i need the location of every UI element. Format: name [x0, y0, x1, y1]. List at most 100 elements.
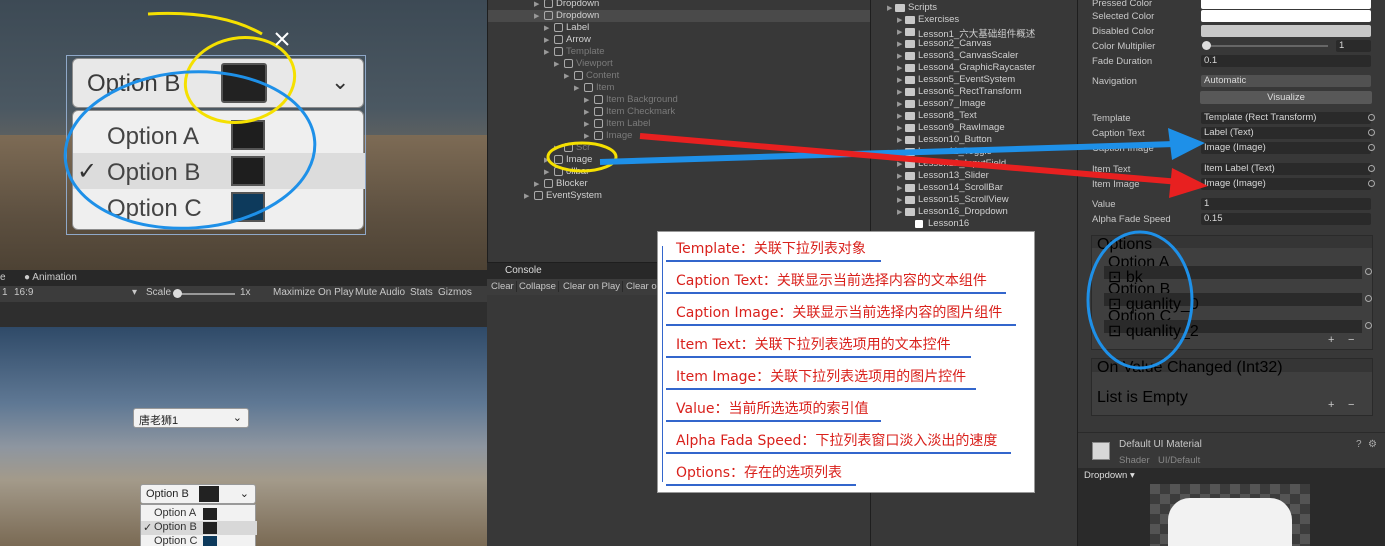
game-dropdown-2[interactable]: Option B ⌄: [140, 484, 256, 504]
expand-arrow-icon[interactable]: ▶: [544, 156, 549, 164]
item-text-field[interactable]: Item Label (Text): [1201, 163, 1371, 175]
stats-button[interactable]: Stats: [410, 287, 433, 298]
hierarchy-item[interactable]: ▶ Item: [488, 82, 871, 94]
expand-arrow-icon[interactable]: ▶: [897, 52, 902, 60]
expand-arrow-icon[interactable]: ▶: [897, 100, 902, 108]
hierarchy-item[interactable]: ▶ Blocker: [488, 178, 871, 190]
game-option-c[interactable]: Option C: [141, 535, 257, 546]
pressed-color-field[interactable]: [1201, 0, 1371, 9]
add-option-button[interactable]: +: [1328, 334, 1334, 346]
color-multiplier-field[interactable]: 1: [1336, 40, 1371, 52]
aspect-select[interactable]: 16:9: [14, 287, 33, 298]
gizmos-button[interactable]: Gizmos: [438, 287, 472, 298]
game-view[interactable]: 唐老狮1 ⌄ Option B ⌄ Option A ✓ Option B Op…: [0, 302, 487, 546]
object-picker-icon[interactable]: [1365, 322, 1372, 329]
scale-slider-handle[interactable]: [173, 289, 182, 298]
option-b-image[interactable]: ⊡ quanlity_0: [1104, 293, 1372, 313]
project-item[interactable]: ▶ Lesson1_六大基础组件概述: [871, 26, 1078, 40]
expand-arrow-icon[interactable]: ▶: [584, 120, 589, 128]
tab-game[interactable]: e: [0, 272, 6, 283]
hierarchy-item[interactable]: ▶ Image: [488, 130, 871, 142]
project-item[interactable]: ▶ Lesson3_CanvasScaler: [871, 50, 1078, 62]
expand-arrow-icon[interactable]: ▶: [897, 208, 902, 216]
expand-arrow-icon[interactable]: ▶: [897, 64, 902, 72]
caption-text-field[interactable]: Label (Text): [1201, 127, 1371, 139]
remove-option-button[interactable]: −: [1348, 334, 1354, 346]
hierarchy-item[interactable]: ▶ ollbar: [488, 166, 871, 178]
expand-arrow-icon[interactable]: ▶: [897, 136, 902, 144]
expand-arrow-icon[interactable]: ▶: [887, 4, 892, 12]
option-a-image[interactable]: ⊡ bk: [1104, 266, 1372, 286]
project-item[interactable]: ▶ Lesson14_ScrollBar: [871, 182, 1078, 194]
alpha-fade-field[interactable]: 0.15: [1201, 213, 1371, 225]
project-item[interactable]: ▶ Scripts: [871, 2, 1078, 14]
expand-arrow-icon[interactable]: ▶: [584, 132, 589, 140]
project-item[interactable]: ▶ Lesson7_Image: [871, 98, 1078, 110]
game-option-a[interactable]: Option A: [141, 507, 257, 521]
project-item[interactable]: ▶ Lesson16_Dropdown: [871, 206, 1078, 218]
display-select[interactable]: 1: [2, 287, 8, 298]
expand-arrow-icon[interactable]: ▶: [544, 24, 549, 32]
expand-arrow-icon[interactable]: ▶: [534, 180, 539, 188]
help-icon[interactable]: ?: [1356, 439, 1362, 450]
scene-dropdown-caption[interactable]: Option B ⌄: [72, 58, 364, 108]
project-item[interactable]: Lesson16: [871, 218, 1078, 230]
hierarchy-item[interactable]: ▶ Label: [488, 22, 871, 34]
expand-arrow-icon[interactable]: ▶: [554, 60, 559, 68]
expand-arrow-icon[interactable]: ▶: [544, 36, 549, 44]
object-picker-icon[interactable]: [1368, 144, 1375, 151]
expand-arrow-icon[interactable]: ▶: [897, 196, 902, 204]
expand-arrow-icon[interactable]: ▶: [897, 172, 902, 180]
hierarchy-item[interactable]: ▶ Arrow: [488, 34, 871, 46]
clear-on-play-button[interactable]: Clear on Play: [561, 281, 624, 292]
item-image-field[interactable]: Image (Image): [1201, 178, 1371, 190]
expand-arrow-icon[interactable]: ▶: [534, 0, 539, 8]
option-b-text[interactable]: Option B: [1104, 280, 1362, 298]
tab-animation[interactable]: ● Animation: [24, 272, 77, 283]
hierarchy-item[interactable]: ▶ EventSystem: [488, 190, 871, 202]
project-item[interactable]: ▶ Lesson5_EventSystem: [871, 74, 1078, 86]
expand-arrow-icon[interactable]: ▶: [584, 108, 589, 116]
expand-arrow-icon[interactable]: ▶: [554, 144, 559, 152]
navigation-select[interactable]: Automatic: [1201, 75, 1371, 87]
expand-arrow-icon[interactable]: ▶: [897, 16, 902, 24]
template-field[interactable]: Template (Rect Transform): [1201, 112, 1371, 124]
object-picker-icon[interactable]: [1365, 295, 1372, 302]
color-multiplier-slider[interactable]: [1204, 45, 1328, 47]
hierarchy-item[interactable]: ▶ Viewport: [488, 58, 871, 70]
project-item[interactable]: ▶ Lesson10_Button: [871, 134, 1078, 146]
project-item[interactable]: ▶ Lesson12_InputField: [871, 158, 1078, 170]
project-item[interactable]: ▶ Lesson13_Slider: [871, 170, 1078, 182]
color-multiplier-handle[interactable]: [1202, 41, 1211, 50]
scene-view[interactable]: Option B ⌄ Option A ✓ Option B Option C: [0, 0, 487, 270]
hierarchy-item[interactable]: ▶ Content: [488, 70, 871, 82]
preview-select[interactable]: Dropdown ▾: [1084, 470, 1135, 481]
project-item[interactable]: ▶ Lesson8_Text: [871, 110, 1078, 122]
expand-arrow-icon[interactable]: ▶: [897, 124, 902, 132]
expand-arrow-icon[interactable]: ▶: [897, 148, 902, 156]
hierarchy-item[interactable]: ▶ Dropdown: [488, 10, 871, 22]
project-item[interactable]: ▶ Lesson2_Canvas: [871, 38, 1078, 50]
expand-arrow-icon[interactable]: ▶: [564, 72, 569, 80]
hierarchy-item[interactable]: ▶ Scr: [488, 142, 871, 154]
disabled-color-field[interactable]: [1201, 25, 1371, 37]
collapse-button[interactable]: Collapse: [517, 281, 559, 292]
expand-arrow-icon[interactable]: ▶: [544, 48, 549, 56]
object-picker-icon[interactable]: [1365, 268, 1372, 275]
hierarchy-item[interactable]: ▶ Image: [488, 154, 871, 166]
hierarchy-item[interactable]: ▶ Item Label: [488, 118, 871, 130]
project-item[interactable]: ▶ Lesson15_ScrollView: [871, 194, 1078, 206]
mute-audio-button[interactable]: Mute Audio: [355, 287, 405, 298]
project-item[interactable]: ▶ Lesson11_Toggle: [871, 146, 1078, 158]
game-option-b[interactable]: ✓ Option B: [141, 521, 257, 535]
project-item[interactable]: ▶ Lesson6_RectTransform: [871, 86, 1078, 98]
visualize-button[interactable]: Visualize: [1200, 91, 1372, 104]
expand-arrow-icon[interactable]: ▶: [897, 160, 902, 168]
option-c-image[interactable]: ⊡ quanlity_2: [1104, 320, 1372, 340]
project-item[interactable]: ▶ Lesson4_GraphicRaycaster: [871, 62, 1078, 74]
hierarchy-item[interactable]: ▶ Dropdown: [488, 0, 871, 10]
fade-duration-field[interactable]: 0.1: [1201, 55, 1371, 67]
object-picker-icon[interactable]: [1368, 165, 1375, 172]
expand-arrow-icon[interactable]: ▶: [897, 28, 902, 36]
maximize-on-play-button[interactable]: Maximize On Play: [273, 287, 354, 298]
